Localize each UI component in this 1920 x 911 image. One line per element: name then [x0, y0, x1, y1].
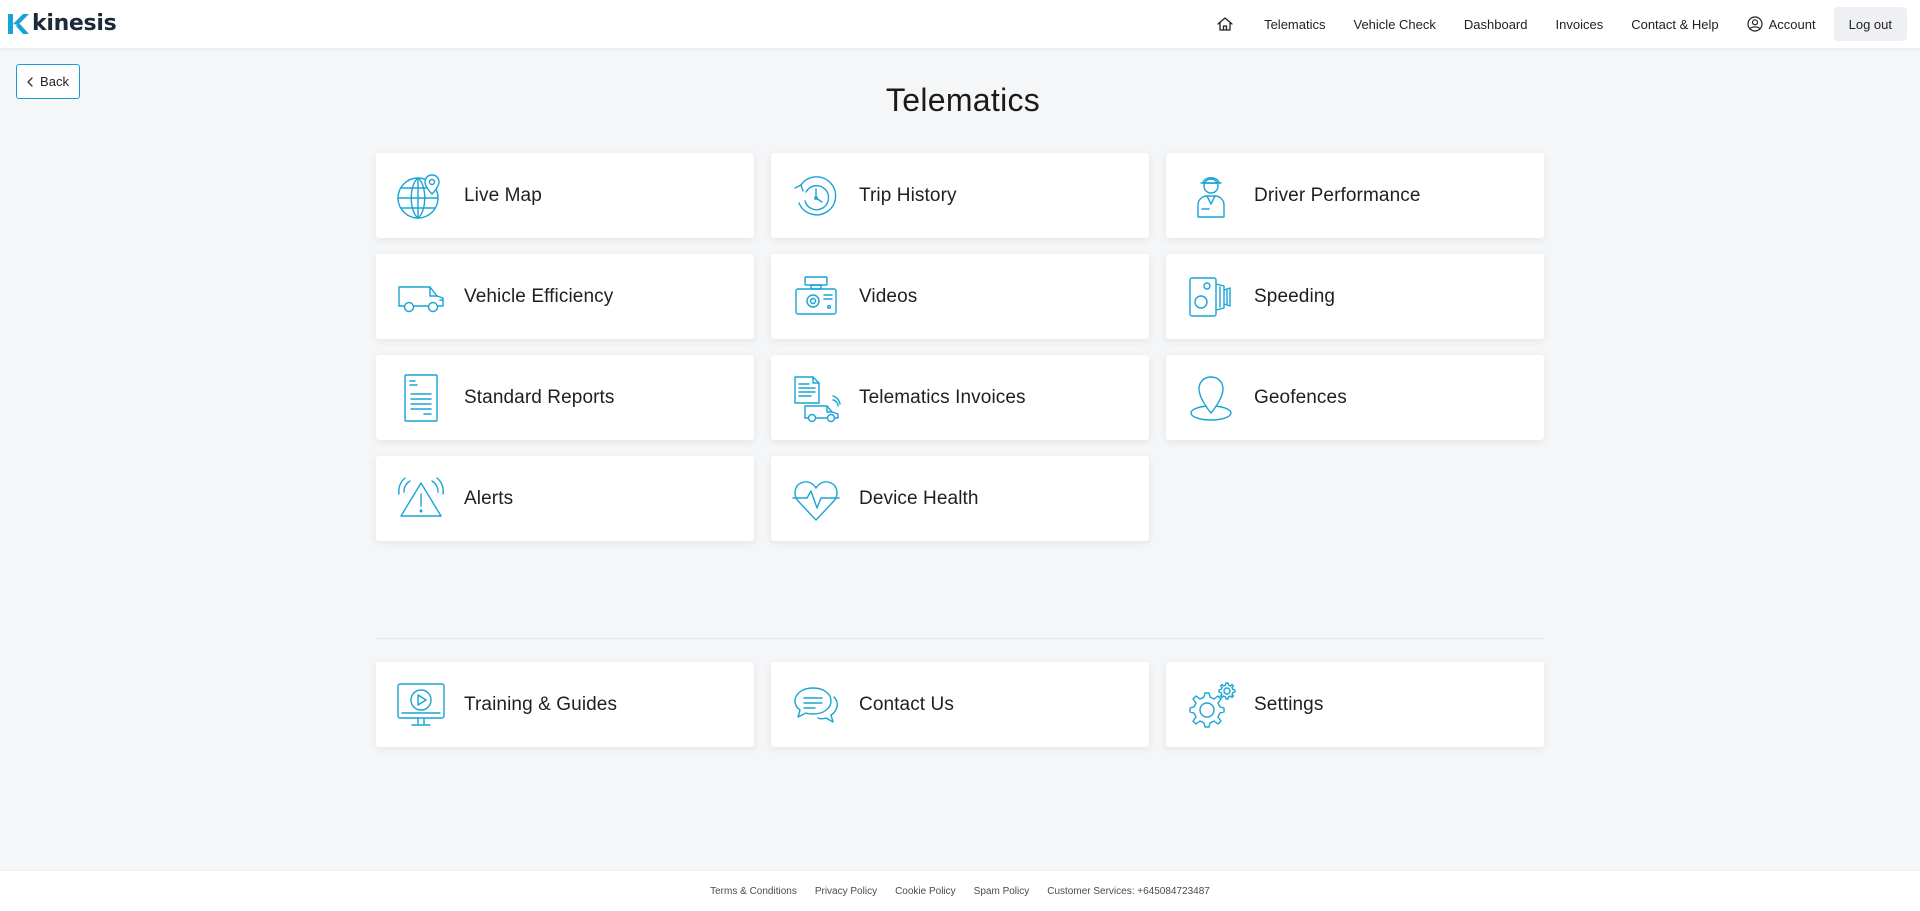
support-tiles: Training & Guides Contact Us Settings [376, 662, 1544, 747]
tile-geofences[interactable]: Geofences [1166, 355, 1544, 440]
invoice-van-icon [791, 373, 841, 423]
nav-contact-help[interactable]: Contact & Help [1617, 0, 1732, 48]
logout-button[interactable]: Log out [1833, 7, 1907, 41]
alert-icon [396, 474, 446, 524]
main-nav: Telematics Vehicle Check Dashboard Invoi… [1200, 0, 1907, 48]
tile-standard-reports[interactable]: Standard Reports [376, 355, 754, 440]
kinesis-logo-icon [8, 14, 29, 34]
footer-terms-link[interactable]: Terms & Conditions [710, 886, 797, 897]
history-icon [791, 171, 841, 221]
geofence-pin-icon [1186, 373, 1236, 423]
globe-pin-icon [396, 171, 446, 221]
dashcam-icon [791, 272, 841, 322]
tile-label: Videos [859, 285, 918, 307]
tile-driver-performance[interactable]: Driver Performance [1166, 153, 1544, 238]
tile-live-map[interactable]: Live Map [376, 153, 754, 238]
video-monitor-icon [396, 680, 446, 730]
tile-device-health[interactable]: Device Health [771, 456, 1149, 541]
nav-invoices[interactable]: Invoices [1542, 0, 1618, 48]
user-circle-icon [1747, 16, 1763, 32]
telematics-tiles: Live Map Trip History Driver Performance… [376, 153, 1544, 541]
footer-spam-link[interactable]: Spam Policy [974, 886, 1030, 897]
report-icon [396, 373, 446, 423]
nav-home[interactable] [1200, 0, 1250, 48]
customer-services-phone: Customer Services: +645084723487 [1047, 885, 1210, 897]
chat-icon [791, 680, 841, 730]
tile-videos[interactable]: Videos [771, 254, 1149, 339]
driver-icon [1186, 171, 1236, 221]
tile-label: Live Map [464, 184, 542, 206]
tile-label: Alerts [464, 487, 514, 509]
heartbeat-icon [791, 474, 841, 524]
speed-camera-icon [1186, 272, 1236, 322]
tile-telematics-invoices[interactable]: Telematics Invoices [771, 355, 1149, 440]
page-title: Telematics [885, 82, 1041, 118]
nav-telematics[interactable]: Telematics [1250, 0, 1339, 48]
tile-vehicle-efficiency[interactable]: Vehicle Efficiency [376, 254, 754, 339]
footer: Terms & Conditions Privacy Policy Cookie… [0, 870, 1920, 911]
nav-dashboard[interactable]: Dashboard [1450, 0, 1542, 48]
tile-alerts[interactable]: Alerts [376, 456, 754, 541]
nav-account[interactable]: Account [1733, 0, 1830, 48]
section-divider [376, 638, 1544, 639]
tile-settings[interactable]: Settings [1166, 662, 1544, 747]
tile-label: Contact Us [859, 693, 954, 715]
top-navigation-bar: kinesis Telematics Vehicle Check Dashboa… [0, 0, 1920, 48]
tile-label: Training & Guides [464, 693, 618, 715]
tile-label: Speeding [1254, 285, 1336, 307]
tile-label: Vehicle Efficiency [464, 285, 614, 307]
brand-name: kinesis [32, 11, 117, 36]
tile-label: Settings [1254, 693, 1324, 715]
tile-label: Standard Reports [464, 386, 615, 408]
gear-icon [1186, 680, 1236, 730]
tile-trip-history[interactable]: Trip History [771, 153, 1149, 238]
tile-contact-us[interactable]: Contact Us [771, 662, 1149, 747]
van-icon [396, 272, 446, 322]
account-label: Account [1768, 16, 1816, 32]
tile-speeding[interactable]: Speeding [1166, 254, 1544, 339]
footer-cookie-link[interactable]: Cookie Policy [895, 886, 956, 897]
home-icon [1217, 17, 1233, 31]
tile-training-guides[interactable]: Training & Guides [376, 662, 754, 747]
tile-label: Device Health [859, 487, 979, 509]
nav-vehicle-check[interactable]: Vehicle Check [1340, 0, 1450, 48]
tile-label: Geofences [1254, 386, 1347, 408]
kinesis-logo[interactable]: kinesis [7, 11, 117, 36]
footer-privacy-link[interactable]: Privacy Policy [815, 886, 877, 897]
tile-label: Driver Performance [1254, 184, 1421, 206]
tile-label: Telematics Invoices [859, 386, 1026, 408]
tile-label: Trip History [859, 184, 957, 206]
